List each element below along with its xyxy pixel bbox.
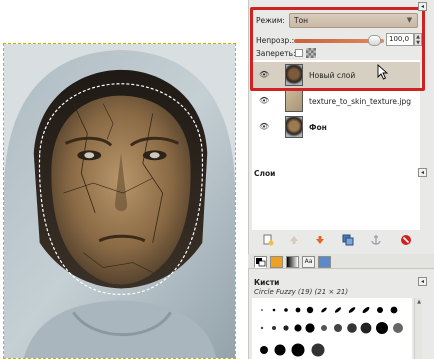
raise-layer-icon[interactable] bbox=[288, 234, 300, 246]
anchor-layer-icon[interactable] bbox=[370, 234, 382, 246]
lock-row: Запереть: bbox=[248, 45, 434, 61]
layer-thumbnail bbox=[285, 64, 303, 86]
layer-name: Фон bbox=[309, 122, 327, 132]
brush-grid[interactable] bbox=[252, 298, 412, 359]
eye-icon[interactable]: 👁 bbox=[259, 71, 269, 79]
layers-panel-header: Слои ◂ bbox=[248, 167, 434, 179]
image-canvas[interactable] bbox=[0, 0, 248, 359]
new-layer-icon[interactable] bbox=[262, 234, 274, 246]
lock-label: Запереть: bbox=[256, 48, 296, 58]
dock-tabs: Aa bbox=[248, 254, 434, 269]
chevron-down-icon: ▼ bbox=[406, 16, 413, 24]
selection-marquee bbox=[38, 83, 204, 296]
mode-value: Тон bbox=[294, 16, 309, 25]
opacity-value: 100,0 bbox=[389, 35, 410, 43]
eye-icon[interactable]: 👁 bbox=[259, 123, 269, 131]
duplicate-layer-icon[interactable] bbox=[342, 234, 354, 246]
tab-brushes[interactable] bbox=[270, 256, 283, 268]
opacity-label: Непрозр.: bbox=[256, 35, 295, 45]
scroll-up-icon[interactable]: ▲ bbox=[415, 298, 423, 306]
layers-top-header: ◂ bbox=[248, 0, 434, 12]
tab-gradients[interactable] bbox=[286, 256, 299, 268]
tab-menu-icon[interactable]: ◂ bbox=[418, 277, 427, 286]
tab-menu-icon[interactable]: ◂ bbox=[418, 2, 427, 11]
image-layer-boundary[interactable] bbox=[3, 43, 236, 359]
lock-alpha-icon[interactable] bbox=[306, 48, 316, 58]
brushes-panel-title: Кисти bbox=[254, 277, 280, 287]
layer-thumbnail bbox=[285, 116, 303, 138]
tab-patterns[interactable] bbox=[318, 256, 331, 268]
layers-list: 👁 Новый слой 👁 texture_to_skin_texture.j… bbox=[252, 60, 420, 230]
eye-icon[interactable]: 👁 bbox=[259, 97, 269, 105]
layer-name: texture_to_skin_texture.jpg bbox=[309, 96, 412, 106]
layers-panel-title: Слои bbox=[254, 168, 276, 178]
mouse-cursor-icon bbox=[377, 64, 389, 80]
lock-pixels-checkbox[interactable] bbox=[295, 49, 303, 57]
tab-fonts[interactable]: Aa bbox=[302, 256, 315, 268]
brush-scrollbar[interactable]: ▲ bbox=[414, 298, 422, 359]
chain-icon[interactable] bbox=[273, 118, 281, 136]
mode-label: Режим: bbox=[256, 15, 285, 25]
fg-bg-colors-icon bbox=[256, 258, 266, 267]
layer-row[interactable]: 👁 Новый слой bbox=[252, 62, 420, 88]
mode-dropdown[interactable]: Тон ▼ bbox=[289, 13, 418, 28]
brush-previews[interactable] bbox=[252, 298, 412, 359]
tab-menu-icon[interactable]: ◂ bbox=[418, 168, 427, 177]
brushes-panel-header: Кисти ◂ bbox=[248, 276, 434, 288]
layer-row[interactable]: 👁 Фон bbox=[252, 114, 420, 140]
delete-layer-icon[interactable] bbox=[400, 234, 412, 246]
lower-layer-icon[interactable] bbox=[314, 234, 326, 246]
layer-thumbnail bbox=[285, 90, 303, 112]
layer-row[interactable]: 👁 texture_to_skin_texture.jpg bbox=[252, 88, 420, 114]
tab-colors[interactable] bbox=[254, 256, 267, 268]
layer-name: Новый слой bbox=[309, 70, 356, 80]
chain-icon[interactable] bbox=[273, 92, 281, 110]
selected-brush-name: Circle Fuzzy (19) (21 × 21) bbox=[254, 288, 349, 296]
chain-icon[interactable] bbox=[273, 66, 281, 84]
layers-toolbar bbox=[252, 232, 420, 248]
